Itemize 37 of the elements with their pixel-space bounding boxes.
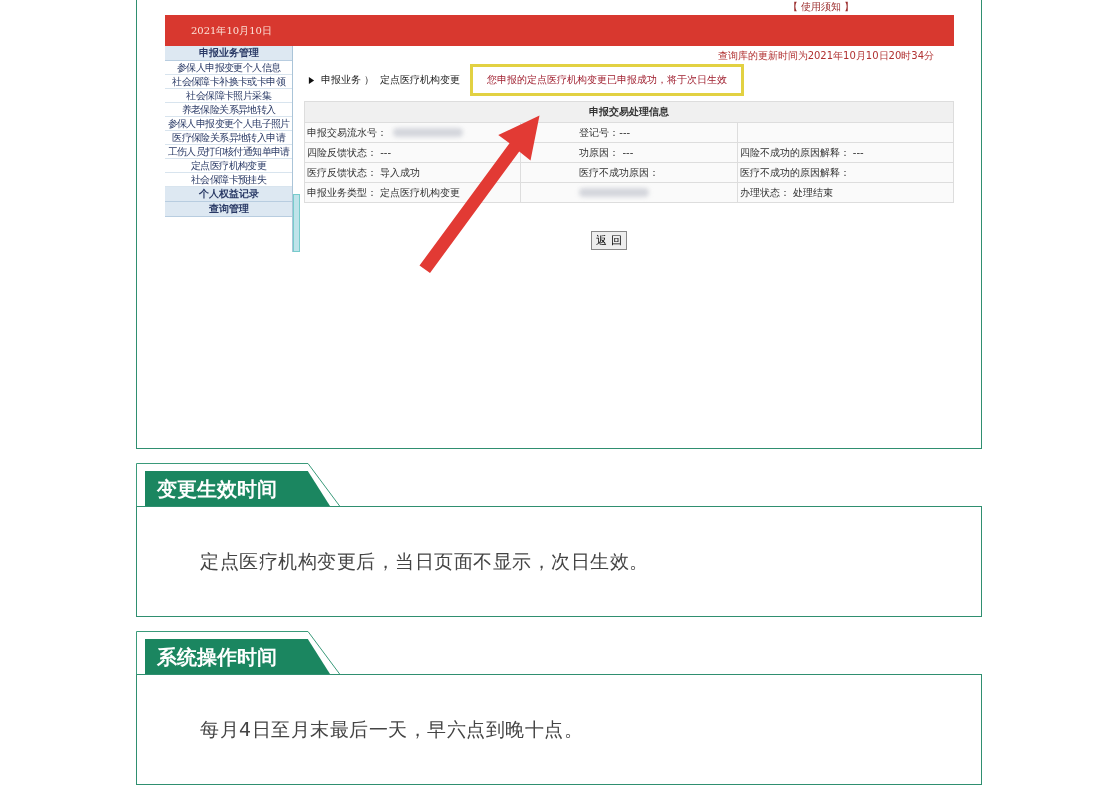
table-title: 申报交易处理信息: [304, 101, 954, 123]
sidebar-item[interactable]: 参保人申报变更个人电子照片: [165, 117, 293, 131]
breadcrumb-item: 定点医疗机构变更: [380, 73, 461, 87]
table-cell: 登记号：---: [579, 125, 631, 140]
success-message: 您申报的定点医疗机构变更已申报成功，将于次日生效: [470, 64, 745, 96]
section-title: 系统操作时间: [145, 639, 330, 674]
sidebar-item[interactable]: 医疗保险关系异地转入申请: [165, 131, 293, 145]
sidebar-item[interactable]: 社会保障卡补换卡或卡申领: [165, 75, 293, 89]
blurred-value: [393, 128, 463, 137]
notice-link[interactable]: 【 使用须知 】: [787, 0, 854, 15]
sidebar-header[interactable]: 申报业务管理: [165, 46, 293, 61]
section-text: 每月4日至月末最后一天，早六点到晚十点。: [200, 716, 584, 742]
sidebar-item[interactable]: 社会保障卡照片采集: [165, 89, 293, 103]
table-cell: 医疗反馈状态： 导入成功: [307, 165, 421, 180]
sidebar-item[interactable]: 工伤人员打印核付通知单申请: [165, 145, 293, 159]
table-cell: 办理状态： 处理结束: [739, 185, 833, 200]
breadcrumb-item: 申报业务 ）: [321, 73, 375, 87]
table-cell: 医疗不成功原因：: [579, 165, 660, 180]
table-cell: 申报交易流水号：: [307, 125, 387, 140]
table-cell: 四险反馈状态： ---: [307, 145, 391, 160]
table-cell: 四险不成功的原因解释： ---: [739, 145, 864, 160]
section-title: 变更生效时间: [145, 471, 330, 506]
sidebar-item[interactable]: 定点医疗机构变更: [165, 159, 293, 173]
table-cell: 医疗不成功的原因解释：: [739, 165, 850, 180]
sidebar-item[interactable]: 参保人申报变更个人信息: [165, 61, 293, 75]
sidebar-header[interactable]: 个人权益记录: [165, 187, 293, 202]
sidebar-header[interactable]: 查询管理: [165, 202, 293, 217]
table-cell: 功原因： ---: [579, 145, 634, 160]
blurred-value: [579, 188, 650, 197]
bullet-icon: [308, 76, 315, 84]
table-cell: 申报业务类型： 定点医疗机构变更: [307, 185, 461, 200]
back-button[interactable]: 返 回: [591, 231, 627, 250]
date-text: 2021年10月10日: [191, 23, 272, 38]
sidebar-item[interactable]: 养老保险关系异地转入: [165, 103, 293, 117]
section-text: 定点医疗机构变更后，当日页面不显示，次日生效。: [200, 548, 649, 574]
update-time-text: 查询库的更新时间为2021年10月10日20时34分: [716, 49, 935, 63]
collapse-handle[interactable]: [293, 194, 300, 252]
